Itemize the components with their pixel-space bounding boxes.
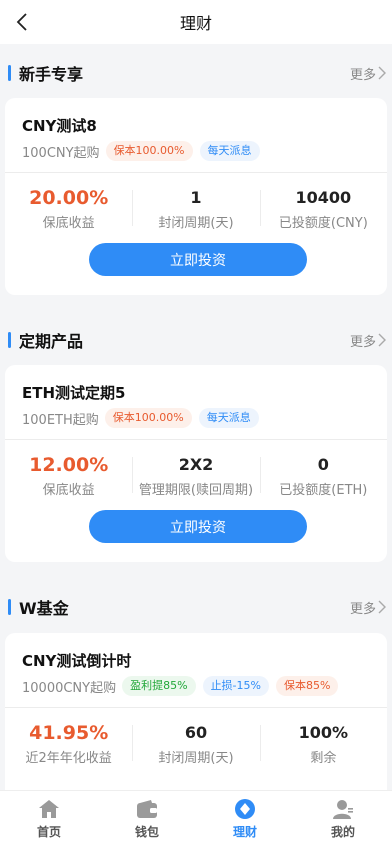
stat-yield: 12.00% 保底收益 — [5, 453, 132, 498]
divider — [5, 707, 387, 708]
stat-value: 60 — [184, 723, 208, 742]
section-title: W基金 — [19, 599, 69, 618]
tag-badge: 保本100.00% — [105, 141, 193, 161]
section-header-fund: W基金 更多 — [0, 592, 392, 622]
tab-label: 理财 — [232, 825, 257, 839]
section-header-newbie: 新手专享 更多 — [0, 58, 392, 88]
stat-label: 管理期限(赎回周期) — [138, 483, 254, 498]
stat-label: 剩余 — [310, 751, 337, 766]
section-title: 新手专享 — [19, 65, 84, 84]
more-link[interactable]: 更多 — [350, 331, 386, 350]
product-name: CNY测试倒计时 — [22, 652, 132, 670]
product-name: CNY测试8 — [22, 117, 97, 135]
stat-invested: 0 已投额度(ETH) — [259, 453, 387, 498]
stat-label: 封闭周期(天) — [158, 751, 234, 766]
more-label[interactable]: 更多 — [350, 64, 376, 83]
chevron-right-icon — [378, 333, 386, 347]
tab-label: 钱包 — [134, 825, 159, 839]
page-title: 理财 — [179, 14, 212, 33]
stat-value: 12.00% — [29, 454, 109, 476]
tab-finance[interactable]: 理财 — [196, 791, 294, 842]
stat-label: 近2年年化收益 — [25, 751, 112, 766]
stat-period: 2X2 管理期限(赎回周期) — [132, 453, 259, 498]
tab-label: 首页 — [36, 825, 61, 839]
section-accent-bar — [8, 332, 11, 348]
tab-mine[interactable]: 我的 — [294, 791, 392, 842]
invest-button[interactable]: 立即投资 — [89, 510, 307, 543]
more-label[interactable]: 更多 — [350, 331, 376, 350]
section-header-fixed: 定期产品 更多 — [0, 325, 392, 355]
more-link[interactable]: 更多 — [350, 64, 386, 83]
product-card[interactable]: ETH测试定期5 100ETH起购 保本100.00% 每天派息 12.00% … — [5, 365, 387, 562]
product-name: ETH测试定期5 — [22, 384, 126, 402]
tab-wallet[interactable]: 钱包 — [98, 791, 196, 842]
stat-period: 1 封闭周期(天) — [132, 186, 259, 231]
divider — [5, 172, 387, 173]
tab-label: 我的 — [330, 825, 355, 839]
more-link[interactable]: 更多 — [350, 598, 386, 617]
min-purchase: 100CNY起购 — [22, 145, 100, 161]
stat-value: 10400 — [295, 188, 352, 207]
stat-value: 2X2 — [178, 455, 214, 474]
min-purchase: 10000CNY起购 — [22, 680, 117, 696]
tab-home[interactable]: 首页 — [0, 791, 98, 842]
section-accent-bar — [8, 599, 11, 615]
stat-label: 保底收益 — [42, 483, 95, 498]
tag-badge: 每天派息 — [198, 408, 259, 428]
stat-value: 0 — [317, 455, 329, 474]
more-label[interactable]: 更多 — [350, 598, 376, 617]
product-card[interactable]: CNY测试倒计时 10000CNY起购 盈利提85% 止损-15% 保本85% … — [5, 633, 387, 790]
stat-label: 已投额度(CNY) — [278, 216, 368, 231]
invest-button[interactable]: 立即投资 — [89, 243, 307, 276]
top-bar: 理财 — [0, 0, 392, 44]
finance-icon — [233, 797, 257, 821]
divider — [5, 439, 387, 440]
tag-badge: 盈利提85% — [122, 676, 196, 696]
tag-badge: 保本100.00% — [104, 408, 192, 428]
stat-yield: 41.95% 近2年年化收益 — [5, 721, 132, 766]
home-icon — [37, 797, 61, 821]
stat-label: 封闭周期(天) — [158, 216, 234, 231]
stat-value: 41.95% — [29, 722, 109, 744]
section-title: 定期产品 — [19, 332, 84, 351]
user-icon — [331, 797, 355, 821]
tag-badge: 每天派息 — [199, 141, 260, 161]
min-purchase: 100ETH起购 — [22, 412, 99, 428]
section-accent-bar — [8, 65, 11, 81]
tag-badge: 止损-15% — [202, 676, 269, 696]
wallet-icon — [135, 797, 159, 821]
product-card[interactable]: CNY测试8 100CNY起购 保本100.00% 每天派息 20.00% 保底… — [5, 98, 387, 295]
stat-label: 保底收益 — [42, 216, 95, 231]
stat-remaining: 100% 剩余 — [259, 721, 387, 766]
back-icon[interactable] — [8, 8, 36, 36]
stat-value: 100% — [298, 723, 349, 742]
chevron-right-icon — [378, 66, 386, 80]
stat-period: 60 封闭周期(天) — [132, 721, 259, 766]
stat-invested: 10400 已投额度(CNY) — [259, 186, 387, 231]
stat-label: 已投额度(ETH) — [279, 483, 368, 498]
bottom-tab-bar: 首页 钱包 理财 我的 — [0, 790, 392, 842]
stat-yield: 20.00% 保底收益 — [5, 186, 132, 231]
stat-value: 20.00% — [29, 187, 109, 209]
stat-value: 1 — [190, 188, 202, 207]
tag-badge: 保本85% — [275, 676, 339, 696]
chevron-right-icon — [378, 600, 386, 614]
